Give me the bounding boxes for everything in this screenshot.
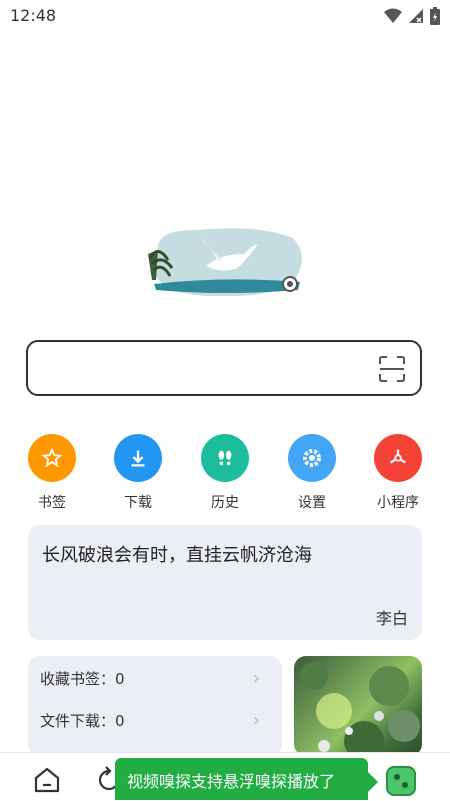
signal-icon bbox=[409, 9, 423, 23]
quote-text: 长风破浪会有时，直挂云帆济沧海 bbox=[42, 545, 312, 566]
quick-label-downloads: 下载 bbox=[124, 495, 152, 511]
status-time: 12:48 bbox=[10, 6, 57, 25]
quick-bookmarks[interactable]: 书签 bbox=[17, 434, 87, 512]
footprints-icon bbox=[201, 434, 249, 482]
stat-row-downloads[interactable]: 文件下载：0 › bbox=[40, 710, 270, 740]
sniff-toast[interactable]: 视频嗅探支持悬浮嗅探播放了 bbox=[115, 758, 368, 800]
quote-author: 李白 bbox=[375, 609, 408, 628]
battery-icon bbox=[430, 7, 440, 25]
stat-label-bookmarks: 收藏书签：0 bbox=[40, 670, 125, 688]
quote-card[interactable]: 长风破浪会有时，直挂云帆济沧海 李白 bbox=[28, 525, 422, 640]
quick-history[interactable]: 历史 bbox=[190, 434, 260, 512]
status-bar: 12:48 bbox=[0, 0, 450, 32]
chevron-right-icon: › bbox=[252, 710, 260, 731]
toast-text: 视频嗅探支持悬浮嗅探播放了 bbox=[127, 772, 336, 791]
wifi-icon bbox=[384, 8, 402, 23]
quick-label-history: 历史 bbox=[211, 495, 239, 511]
quick-downloads[interactable]: 下载 bbox=[103, 434, 173, 512]
stat-row-bookmarks[interactable]: 收藏书签：0 › bbox=[40, 668, 270, 698]
mini-program-icon bbox=[374, 434, 422, 482]
app-logo bbox=[148, 228, 302, 297]
star-icon bbox=[28, 434, 76, 482]
scan-icon[interactable] bbox=[378, 355, 406, 383]
gear-icon bbox=[288, 434, 336, 482]
download-icon bbox=[114, 434, 162, 482]
quick-label-settings: 设置 bbox=[298, 495, 326, 511]
video-sniff-icon[interactable] bbox=[386, 766, 416, 796]
quick-actions: 书签 下载 历史 设置 小程序 bbox=[0, 434, 450, 514]
chevron-right-icon: › bbox=[252, 668, 260, 689]
stat-label-downloads: 文件下载：0 bbox=[40, 712, 125, 730]
quick-label-bookmarks: 书签 bbox=[38, 495, 66, 511]
quick-label-mini-program: 小程序 bbox=[377, 495, 419, 511]
home-icon[interactable] bbox=[32, 765, 62, 795]
wallpaper-image-card[interactable] bbox=[294, 656, 422, 756]
status-icons bbox=[384, 7, 440, 25]
quick-settings[interactable]: 设置 bbox=[277, 434, 347, 512]
search-input[interactable] bbox=[26, 340, 422, 396]
quick-mini-program[interactable]: 小程序 bbox=[363, 434, 433, 512]
toast-pointer bbox=[368, 772, 378, 792]
forest-illustration bbox=[300, 662, 420, 756]
stats-card: 收藏书签：0 › 文件下载：0 › bbox=[28, 656, 282, 756]
